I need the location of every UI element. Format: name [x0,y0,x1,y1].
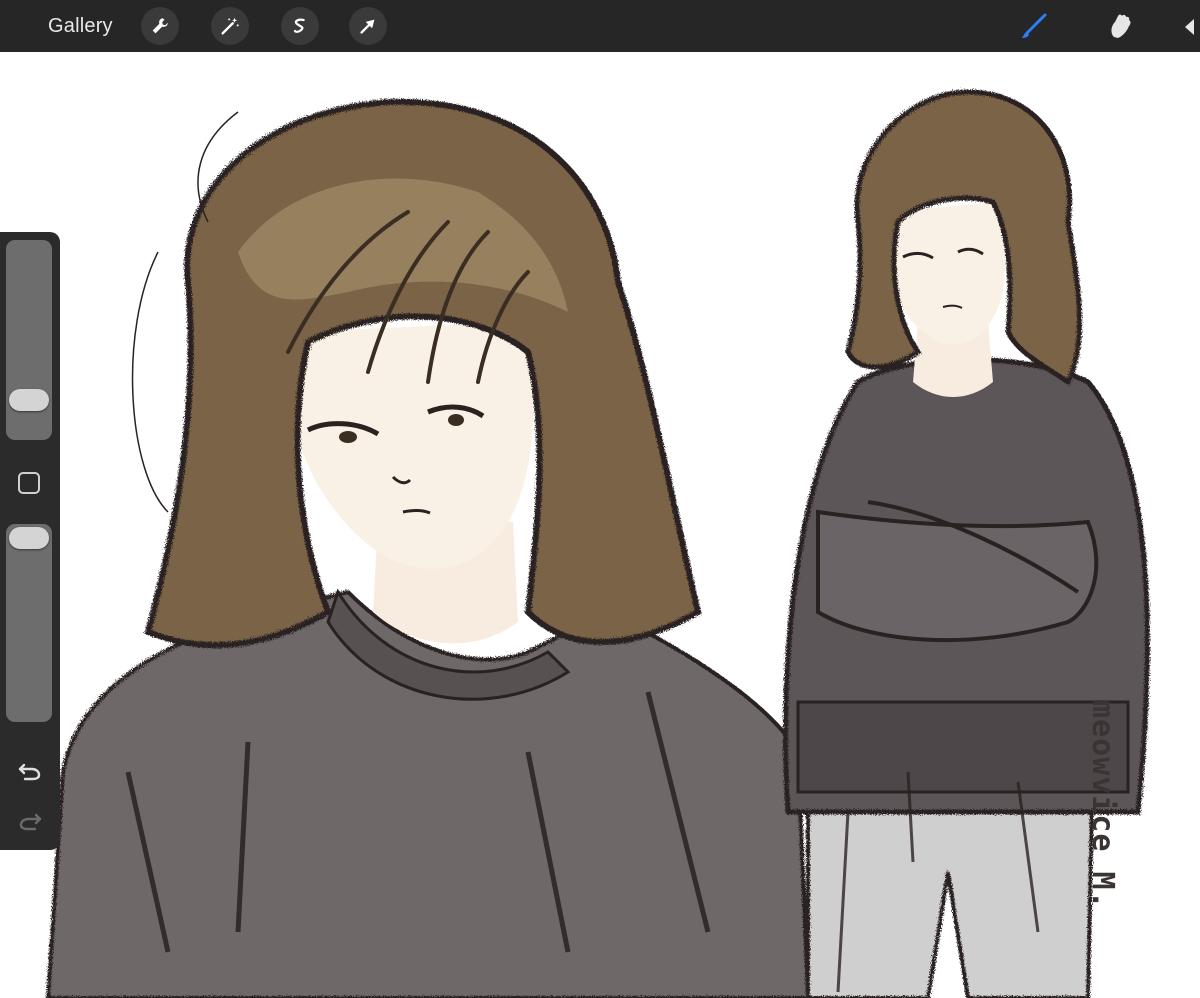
large-figure [45,98,811,998]
selection-button[interactable] [281,7,319,45]
adjustments-button[interactable] [211,7,249,45]
undo-icon [18,763,41,781]
artist-signature: meowvice M. [1085,700,1120,910]
actions-button[interactable] [141,7,179,45]
top-toolbar: Gallery [0,0,1200,52]
smudge-icon [1111,14,1131,38]
brush-icon [1022,13,1047,38]
transform-button[interactable] [349,7,387,45]
smudge-button[interactable] [1100,6,1140,46]
redo-button[interactable] [16,806,44,834]
redo-icon [19,813,42,831]
selection-icon [293,18,305,33]
drawing-canvas[interactable]: meowvice M. [8,52,1200,998]
modify-button[interactable] [18,472,40,494]
brush-size-slider-thumb[interactable] [9,389,49,412]
wrench-icon [152,18,168,34]
brush-opacity-slider-thumb[interactable] [9,527,49,549]
gallery-button[interactable]: Gallery [48,13,113,39]
magic-wand-icon [221,17,240,35]
undo-button[interactable] [16,756,44,784]
paint-brush-button[interactable] [1014,6,1054,46]
brush-size-slider[interactable] [6,240,52,440]
left-sidebar [0,232,60,850]
arrow-cursor-icon [360,19,375,34]
brush-opacity-slider[interactable] [6,524,52,722]
artwork [45,89,1150,998]
eraser-icon [1185,19,1194,35]
erase-button[interactable] [1180,6,1200,46]
